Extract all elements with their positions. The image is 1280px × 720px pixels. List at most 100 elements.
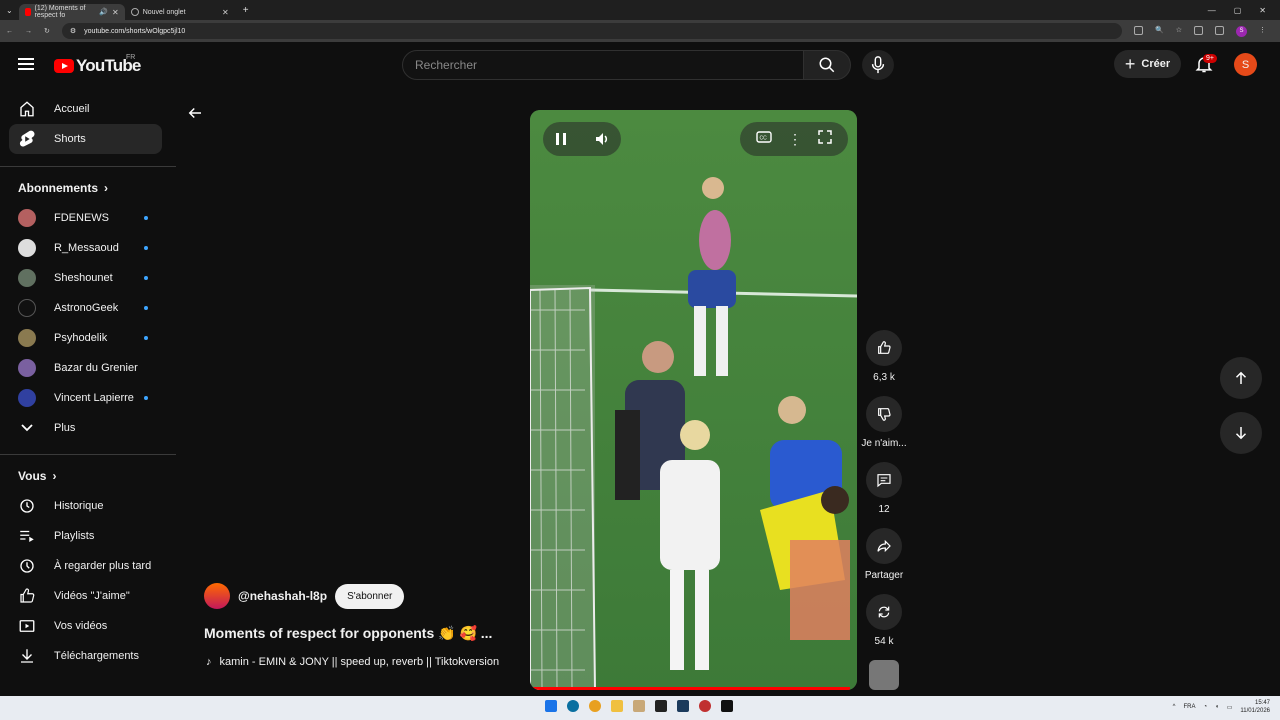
back-icon[interactable]: ←	[6, 28, 13, 35]
sidebar-item-subscription[interactable]: Bazar du Grenier	[9, 353, 162, 383]
like-action[interactable]: 6,3 k	[862, 330, 906, 383]
browser-profile-icon[interactable]: S	[1236, 25, 1247, 37]
dislike-action[interactable]: Je n'aim...	[858, 396, 910, 449]
svg-text:CC: CC	[760, 136, 768, 142]
cast-icon[interactable]	[1134, 25, 1143, 35]
close-window-icon[interactable]: ✕	[1259, 6, 1266, 15]
youtube-favicon-icon	[24, 8, 31, 16]
sidebar-item-subscription[interactable]: Vincent Lapierre	[9, 383, 162, 413]
sidebar-item-downloads[interactable]: Téléchargements	[9, 641, 162, 671]
short-video-player[interactable]: CC ⋮	[530, 110, 857, 690]
share-action[interactable]: Partager	[858, 528, 910, 581]
reload-icon[interactable]: ↻	[44, 27, 50, 35]
sidebar-item-your-videos[interactable]: Vos vidéos	[9, 611, 162, 641]
audio-thumbnail[interactable]	[869, 660, 899, 690]
file-explorer-icon[interactable]	[611, 700, 623, 712]
menu-icon[interactable]	[18, 58, 34, 70]
channel-avatar[interactable]	[204, 583, 230, 609]
short-title[interactable]: Moments of respect for opponents 👏 🥰 ...	[204, 625, 492, 642]
forward-icon[interactable]: →	[25, 28, 32, 35]
comments-action[interactable]: 12	[862, 462, 906, 515]
sidebar-item-watch-later[interactable]: À regarder plus tard	[9, 551, 162, 581]
windows-start-icon[interactable]	[545, 700, 557, 712]
edge-icon[interactable]	[567, 700, 579, 712]
sidebar-item-label: AstronoGeek	[54, 302, 119, 314]
battery-icon[interactable]: ▭	[1227, 704, 1233, 711]
captions-icon[interactable]: CC	[756, 130, 772, 148]
thumbs-up-icon[interactable]	[866, 330, 902, 366]
remix-action[interactable]: 54 k	[862, 594, 906, 647]
zoom-icon[interactable]: 🔍	[1155, 26, 1164, 37]
playlists-icon	[18, 527, 36, 545]
share-icon[interactable]	[866, 528, 902, 564]
sidebar-item-shorts[interactable]: Shorts	[9, 124, 162, 154]
pause-icon[interactable]	[544, 122, 578, 156]
sidebar-item-subscription[interactable]: Sheshounet	[9, 263, 162, 293]
speaker-icon[interactable]: ◖	[1215, 704, 1219, 710]
mute-tab-icon[interactable]: 🔊	[99, 8, 108, 16]
subscribe-button[interactable]: S'abonner	[335, 583, 405, 609]
extensions-icon[interactable]	[1194, 25, 1203, 35]
thumbs-down-icon[interactable]	[866, 396, 902, 432]
tab-youtube[interactable]: (12) Moments of respect fo 🔊 ✕	[18, 4, 125, 20]
menu-dots-icon[interactable]: ⋮	[1259, 26, 1266, 37]
wifi-icon[interactable]: ◔	[1203, 704, 1207, 710]
url-field[interactable]: ⚙ youtube.com/shorts/wOlgpc5jl10	[61, 23, 1122, 39]
search-button[interactable]	[803, 50, 851, 80]
thumbs-up-icon	[18, 587, 36, 605]
chrome-icon[interactable]	[589, 700, 601, 712]
sidebar-item-liked-videos[interactable]: Vidéos "J'aime"	[9, 581, 162, 611]
maximize-icon[interactable]: ▢	[1234, 6, 1242, 15]
sidebar-item-label: Plus	[54, 422, 76, 434]
back-arrow-icon[interactable]	[186, 104, 204, 122]
app-icon[interactable]	[699, 700, 711, 712]
sidebar-item-playlists[interactable]: Playlists	[9, 521, 162, 551]
fullscreen-icon[interactable]	[818, 129, 832, 149]
remix-icon[interactable]	[866, 594, 902, 630]
subscriptions-header[interactable]: Abonnements ›	[18, 181, 108, 195]
close-tab-icon[interactable]: ✕	[222, 8, 229, 17]
sidebar-item-history[interactable]: Historique	[9, 491, 162, 521]
sidebar-item-subscription[interactable]: AstronoGeek	[9, 293, 162, 323]
sidebar-item-home[interactable]: Accueil	[9, 94, 162, 124]
chevron-right-icon: ›	[52, 469, 57, 483]
tab-title: (12) Moments of respect fo	[34, 5, 86, 19]
volume-icon[interactable]	[586, 122, 620, 156]
clock[interactable]: 15:47 11/01/2026	[1240, 699, 1270, 715]
comment-icon[interactable]	[866, 462, 902, 498]
tab-new[interactable]: Nouvel onglet ✕	[125, 4, 235, 20]
sidebar-item-label: Vincent Lapierre	[54, 392, 134, 404]
site-info-icon[interactable]: ⚙	[70, 27, 76, 35]
you-header[interactable]: Vous ›	[18, 469, 56, 483]
music-info[interactable]: ♪ kamin - EMIN & JONY || speed up, rever…	[206, 656, 521, 668]
create-button[interactable]: + Créer	[1114, 50, 1181, 78]
chevron-down-icon	[18, 419, 36, 437]
previous-short-button[interactable]	[1220, 357, 1262, 399]
close-tab-icon[interactable]: ✕	[112, 8, 119, 17]
more-options-icon[interactable]: ⋮	[788, 131, 802, 148]
sidebar-item-label: Playlists	[54, 530, 95, 542]
account-avatar[interactable]: S	[1234, 53, 1257, 76]
bookmark-star-icon[interactable]: ☆	[1176, 26, 1182, 37]
comment-count: 12	[878, 504, 890, 515]
language-indicator[interactable]: FRA	[1183, 704, 1195, 710]
video-progress-bar[interactable]	[530, 687, 851, 690]
minimize-icon[interactable]: —	[1208, 6, 1216, 15]
sidebar-item-more[interactable]: Plus	[9, 413, 162, 443]
sidebar-item-subscription[interactable]: FDENEWS	[9, 203, 162, 233]
channel-name[interactable]: @nehashah-l8p	[238, 589, 327, 603]
new-tab-icon[interactable]: +	[235, 5, 257, 16]
steam-icon[interactable]	[677, 700, 689, 712]
app-icon[interactable]	[633, 700, 645, 712]
next-short-button[interactable]	[1220, 412, 1262, 454]
sidebar-item-subscription[interactable]: Psyhodelik	[9, 323, 162, 353]
capcut-icon[interactable]	[721, 700, 733, 712]
voice-search-button[interactable]	[862, 50, 894, 80]
notepad-icon[interactable]	[655, 700, 667, 712]
search-input[interactable]: Rechercher	[402, 50, 804, 80]
chevron-up-icon[interactable]: ^	[1173, 704, 1176, 710]
watch-later-icon	[18, 557, 36, 575]
sidebar-icon[interactable]	[1215, 25, 1224, 35]
tab-search-icon[interactable]: ⌄	[0, 6, 19, 15]
sidebar-item-subscription[interactable]: R_Messaoud	[9, 233, 162, 263]
